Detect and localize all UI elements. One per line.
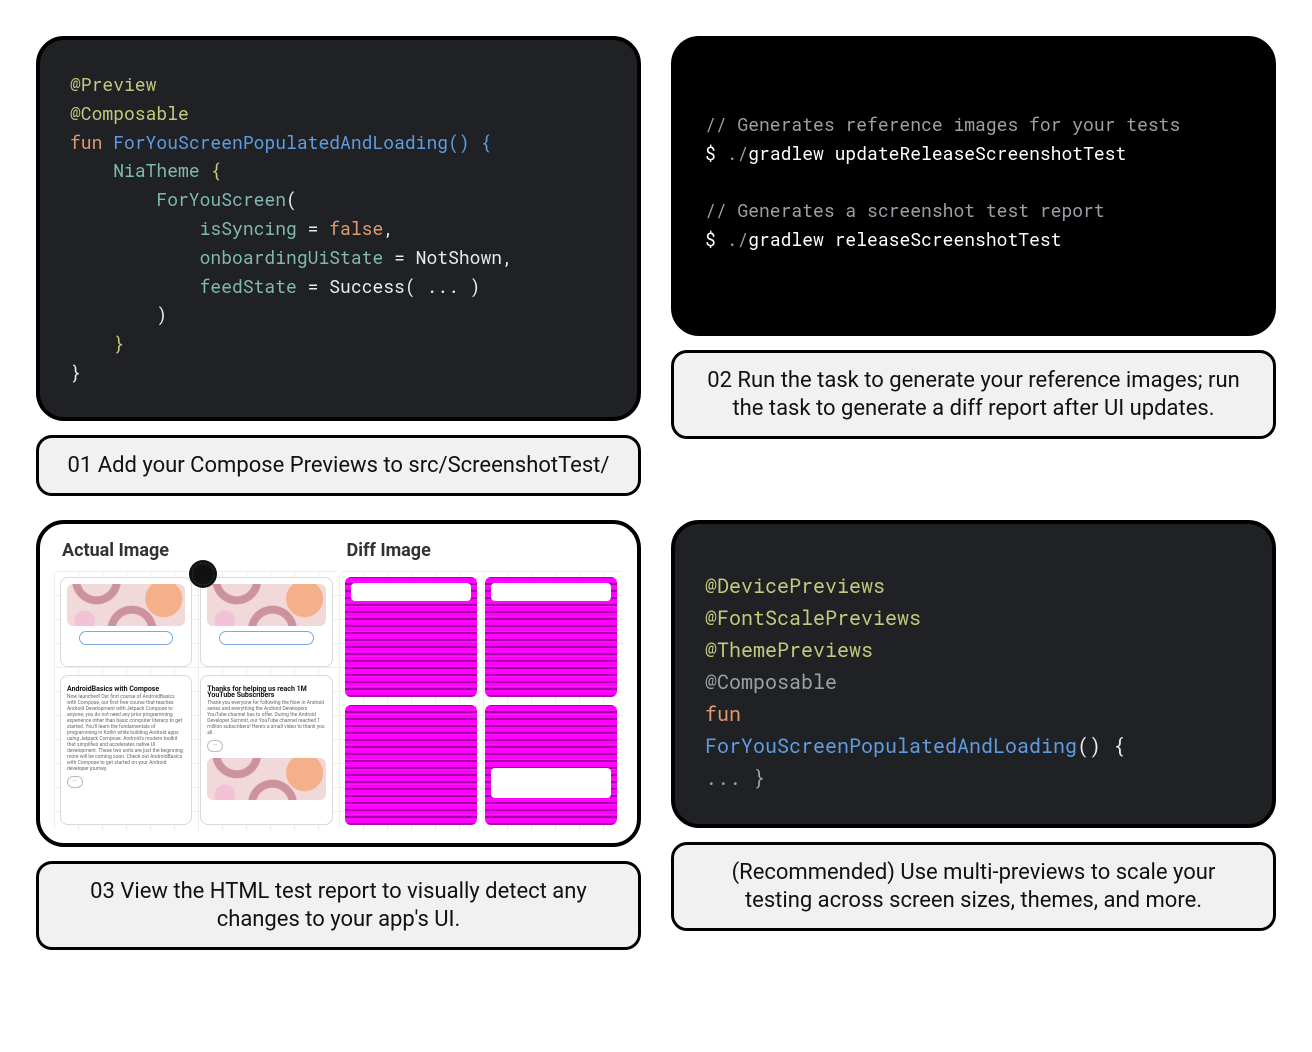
- gear-icon: [192, 563, 214, 585]
- actual-image-column: AndroidBasics with Compose Now launched!…: [54, 571, 339, 831]
- step-04: @DevicePreviews @FontScalePreviews @Them…: [671, 520, 1276, 950]
- step-01: @Preview @Composable fun ForYouScreenPop…: [36, 36, 641, 496]
- step-caption: 02 Run the task to generate your referen…: [671, 350, 1276, 439]
- code-block: @Preview @Composable fun ForYouScreenPop…: [70, 70, 607, 387]
- step-03: Actual Image Diff Image: [36, 520, 641, 950]
- chip: ···: [67, 776, 83, 788]
- step-02: // Generates reference images for your t…: [671, 36, 1276, 496]
- step-caption: (Recommended) Use multi-previews to scal…: [671, 842, 1276, 931]
- diff-card: [485, 577, 617, 697]
- preview-card: AndroidBasics with Compose Now launched!…: [60, 675, 192, 825]
- diff-image-column: [339, 571, 624, 831]
- preview-card: Thanks for helping us reach 1M YouTube S…: [200, 675, 332, 825]
- code-panel-compose-preview: @Preview @Composable fun ForYouScreenPop…: [36, 36, 641, 421]
- header-diff: Diff Image: [339, 536, 624, 565]
- preview-card: [60, 577, 192, 667]
- terminal-panel: // Generates reference images for your t…: [671, 36, 1276, 336]
- header-actual: Actual Image: [54, 536, 339, 565]
- code-block: // Generates reference images for your t…: [705, 110, 1242, 254]
- code-block: @DevicePreviews @FontScalePreviews @Them…: [705, 570, 1242, 794]
- report-headers: Actual Image Diff Image: [54, 536, 623, 565]
- report-panel: Actual Image Diff Image: [36, 520, 641, 847]
- steps-grid: @Preview @Composable fun ForYouScreenPop…: [36, 36, 1276, 950]
- step-caption: 03 View the HTML test report to visually…: [36, 861, 641, 950]
- chip: ···: [207, 740, 223, 752]
- preview-card: [200, 577, 332, 667]
- diff-card: [345, 577, 477, 697]
- report-body: AndroidBasics with Compose Now launched!…: [54, 571, 623, 831]
- step-caption: 01 Add your Compose Previews to src/Scre…: [36, 435, 641, 497]
- diff-card: [485, 705, 617, 825]
- code-panel-multipreview: @DevicePreviews @FontScalePreviews @Them…: [671, 520, 1276, 828]
- diff-card: [345, 705, 477, 825]
